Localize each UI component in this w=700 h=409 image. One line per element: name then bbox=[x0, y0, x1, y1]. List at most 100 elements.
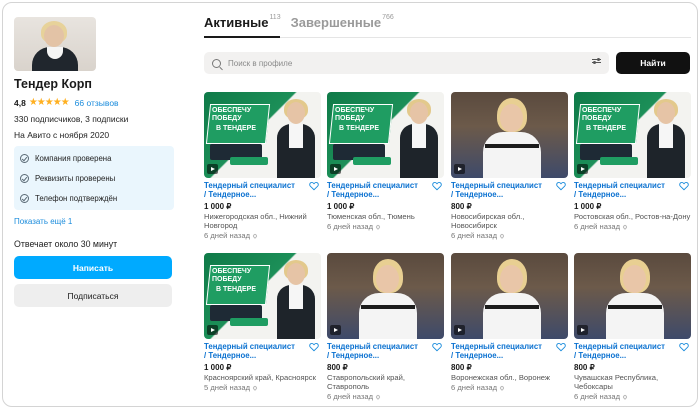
verification-label: Телефон подтверждён bbox=[35, 193, 118, 203]
heart-icon[interactable] bbox=[309, 181, 319, 191]
avatar-face bbox=[44, 25, 64, 47]
promo-cta bbox=[353, 157, 391, 165]
listing-age-text: 5 дней назад bbox=[204, 383, 250, 393]
listing-image[interactable] bbox=[451, 92, 568, 178]
listing-image[interactable] bbox=[451, 253, 568, 339]
person-figure bbox=[277, 259, 315, 339]
heart-icon[interactable] bbox=[556, 342, 566, 352]
listing-card[interactable]: Тендерный специалист / Тендерное... 800 ₽… bbox=[327, 253, 444, 406]
listing-age: 6 дней назад bbox=[327, 222, 381, 231]
promo-subline: В ТЕНДЕРЕ bbox=[216, 125, 256, 132]
listing-card[interactable]: Тендерный специалист / Тендерное... 800 ₽… bbox=[451, 253, 568, 406]
avatar[interactable] bbox=[14, 17, 96, 71]
video-icon bbox=[330, 325, 341, 335]
person-figure bbox=[481, 98, 541, 178]
listing-age-text: 6 дней назад bbox=[574, 392, 620, 402]
listing-location: Ставропольский край, Ставрополь bbox=[327, 373, 405, 392]
show-more-link[interactable]: Показать ещё 1 bbox=[14, 217, 176, 226]
listing-image[interactable]: ОБЕСПЕЧУ ПОБЕДУ В ТЕНДЕРЕ bbox=[574, 92, 691, 178]
tab-count: 113 bbox=[269, 14, 281, 21]
listing-image[interactable]: ОБЕСПЕЧУ ПОБЕДУ В ТЕНДЕРЕ bbox=[204, 92, 321, 178]
listing-title[interactable]: Тендерный специалист / Тендерное... bbox=[574, 342, 678, 360]
heart-icon[interactable] bbox=[309, 342, 319, 352]
tab-completed[interactable]: Завершенные 766 bbox=[291, 14, 394, 30]
listing-image[interactable] bbox=[327, 253, 444, 339]
person-figure bbox=[647, 98, 685, 178]
star-icons: ★★★★★ bbox=[28, 97, 70, 108]
person-figure bbox=[357, 259, 417, 339]
listing-title[interactable]: Тендерный специалист / Тендерное... bbox=[327, 342, 431, 360]
listing-card[interactable]: ОБЕСПЕЧУ ПОБЕДУ В ТЕНДЕРЕ Тендерный специа… bbox=[574, 92, 691, 252]
search-icon bbox=[212, 58, 221, 68]
listing-title[interactable]: Тендерный специалист / Тендерное... bbox=[327, 181, 431, 199]
listing-title[interactable]: Тендерный специалист / Тендерное... bbox=[574, 181, 678, 199]
raise-icon bbox=[499, 385, 505, 392]
listing-title[interactable]: Тендерный специалист / Тендерное... bbox=[451, 181, 555, 199]
video-icon bbox=[207, 325, 218, 335]
video-icon bbox=[330, 164, 341, 174]
tab-count: 766 bbox=[382, 14, 394, 21]
check-circle-icon bbox=[20, 193, 29, 203]
listing-age-text: 6 дней назад bbox=[204, 231, 250, 241]
promo-subline: В ТЕНДЕРЕ bbox=[216, 286, 256, 293]
reviews-link[interactable]: 66 отзывов bbox=[75, 98, 119, 108]
listing-age: 6 дней назад bbox=[574, 222, 628, 231]
listing-price: 800 ₽ bbox=[327, 363, 348, 372]
listing-title[interactable]: Тендерный специалист / Тендерное... bbox=[451, 342, 555, 360]
listing-card[interactable]: Тендерный специалист / Тендерное... 800 ₽… bbox=[574, 253, 691, 406]
listing-card[interactable]: Тендерный специалист / Тендерное... 800 ₽… bbox=[451, 92, 568, 252]
reply-time: Отвечает около 30 минут bbox=[14, 239, 118, 249]
listing-title[interactable]: Тендерный специалист / Тендерное... bbox=[204, 181, 308, 199]
listing-card[interactable]: ОБЕСПЕЧУ ПОБЕДУ В ТЕНДЕРЕ Тендерный специа… bbox=[327, 92, 444, 252]
heart-icon[interactable] bbox=[432, 342, 442, 352]
listing-image[interactable]: ОБЕСПЕЧУ ПОБЕДУ В ТЕНДЕРЕ bbox=[327, 92, 444, 178]
listing-age: 6 дней назад bbox=[451, 231, 505, 240]
listing-image[interactable]: ОБЕСПЕЧУ ПОБЕДУ В ТЕНДЕРЕ bbox=[204, 253, 321, 339]
heart-icon[interactable] bbox=[679, 181, 689, 191]
raise-icon bbox=[375, 394, 381, 401]
subscribers-text[interactable]: 330 подписчиков, 3 подписки bbox=[14, 114, 176, 124]
member-since: На Авито с ноября 2020 bbox=[14, 130, 110, 140]
listing-price: 1 000 ₽ bbox=[204, 202, 232, 211]
profile-page: Тендер Корп 4,8 ★★★★★ 66 отзывов 330 под… bbox=[2, 2, 698, 407]
verification-item: Компания проверена bbox=[14, 148, 174, 168]
listing-tabs: Активные 113 Завершенные 766 bbox=[204, 14, 394, 30]
filter-icon[interactable] bbox=[592, 58, 601, 67]
tab-active[interactable]: Активные 113 bbox=[204, 14, 281, 30]
listing-age: 6 дней назад bbox=[451, 383, 505, 392]
listing-age: 6 дней назад bbox=[204, 231, 258, 241]
search-input[interactable] bbox=[228, 58, 558, 68]
promo-cta bbox=[600, 157, 638, 165]
listing-location: Чувашская Республика, Чебоксары bbox=[574, 373, 659, 392]
listing-age: 6 дней назад bbox=[574, 392, 628, 402]
verification-label: Компания проверена bbox=[35, 153, 112, 163]
listing-card[interactable]: ОБЕСПЕЧУ ПОБЕДУ В ТЕНДЕРЕ Тендерный специа… bbox=[204, 253, 321, 406]
heart-icon[interactable] bbox=[556, 181, 566, 191]
verification-label: Реквизиты проверены bbox=[35, 173, 116, 183]
video-icon bbox=[454, 164, 465, 174]
listing-image[interactable] bbox=[574, 253, 691, 339]
rating-row: 4,8 ★★★★★ 66 отзывов bbox=[14, 97, 176, 108]
listing-price: 1 000 ₽ bbox=[574, 202, 602, 211]
listing-card[interactable]: ОБЕСПЕЧУ ПОБЕДУ В ТЕНДЕРЕ Тендерный специа… bbox=[204, 92, 321, 252]
raise-icon bbox=[252, 385, 258, 392]
heart-icon[interactable] bbox=[679, 342, 689, 352]
active-tab-indicator bbox=[204, 36, 280, 38]
listing-location: Нижегородская обл., Нижний Новгород bbox=[204, 212, 307, 231]
promo-headline: ОБЕСПЕЧУ ПОБЕДУ bbox=[582, 107, 622, 122]
subscribe-button[interactable]: Подписаться bbox=[14, 284, 172, 307]
verification-item: Реквизиты проверены bbox=[14, 168, 174, 188]
listing-age-text: 6 дней назад bbox=[327, 392, 373, 402]
listing-age: 6 дней назад bbox=[327, 392, 381, 402]
listing-location: Воронежская обл., Воронеж bbox=[451, 373, 551, 382]
raise-icon bbox=[622, 394, 628, 401]
write-button[interactable]: Написать bbox=[14, 256, 172, 279]
listing-location: Новосибирская обл., Новосибирск bbox=[451, 212, 525, 231]
listing-title[interactable]: Тендерный специалист / Тендерное... bbox=[204, 342, 308, 360]
person-figure bbox=[400, 98, 438, 178]
heart-icon[interactable] bbox=[432, 181, 442, 191]
find-button[interactable]: Найти bbox=[616, 52, 690, 74]
tab-label: Активные bbox=[204, 15, 269, 30]
profile-search bbox=[204, 52, 609, 74]
video-icon bbox=[454, 325, 465, 335]
